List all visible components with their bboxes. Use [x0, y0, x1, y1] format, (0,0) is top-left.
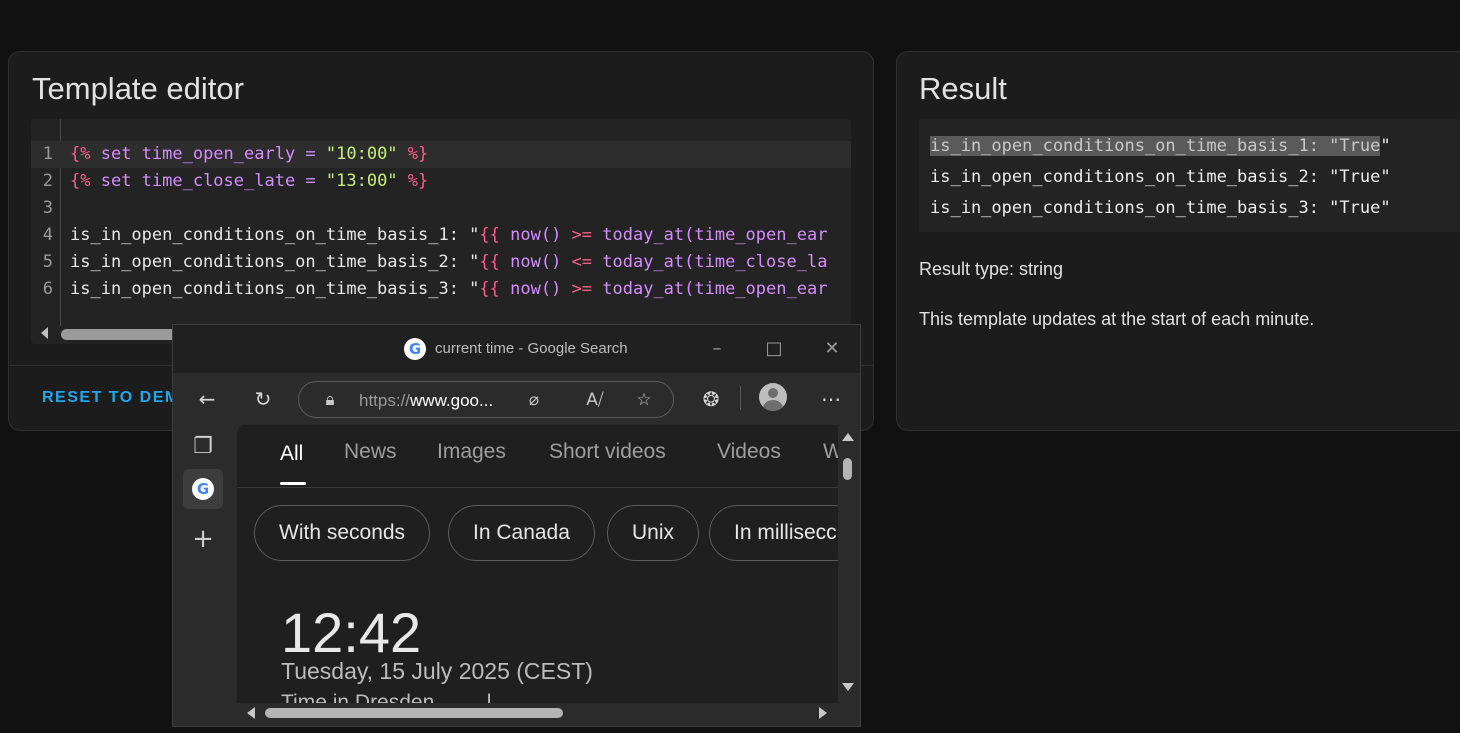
editor-title: Template editor — [32, 71, 244, 106]
code-text: is_in_open_conditions_on_time_basis_2: "… — [70, 252, 828, 272]
result-card: Result is_in_open_conditions_on_time_bas… — [896, 51, 1460, 431]
browser-popup-window[interactable]: G current time - Google Search – □ ✕ ← ↻… — [172, 324, 861, 727]
result-line-1: is_in_open_conditions_on_time_basis_1: "… — [930, 136, 1391, 156]
code-line[interactable]: 6 is_in_open_conditions_on_time_basis_3: … — [31, 276, 851, 303]
tab-videos[interactable]: Videos — [717, 440, 781, 464]
reset-to-demo-button[interactable]: RESET TO DEM — [42, 389, 180, 407]
code-text: is_in_open_conditions_on_time_basis_1: "… — [70, 225, 828, 245]
tab-news[interactable]: News — [344, 440, 397, 464]
code-text: {% set time_open_early = "10:00" %} — [70, 144, 429, 164]
code-text: is_in_open_conditions_on_time_basis_3: "… — [70, 279, 828, 299]
code-editor[interactable]: 1 {% set time_open_early = "10:00" %} 2 {% … — [31, 119, 851, 344]
chip-with-seconds[interactable]: With seconds — [254, 505, 431, 561]
code-line[interactable]: 4 is_in_open_conditions_on_time_basis_1: … — [31, 222, 851, 249]
lock-icon[interactable]: 🔒︎ — [317, 386, 343, 414]
tab-all[interactable]: All — [280, 442, 303, 466]
line-number: 5 — [42, 252, 53, 272]
browser-sidebar: ❐ G + — [173, 425, 236, 726]
new-tab-plus-icon[interactable]: + — [183, 519, 223, 559]
tab-images[interactable]: Images — [437, 440, 506, 464]
active-tab-underline — [280, 482, 306, 485]
update-note: This template updates at the start of ea… — [919, 309, 1315, 329]
scroll-left-arrow-icon[interactable] — [41, 327, 48, 339]
line-number: 6 — [42, 279, 53, 299]
code-line[interactable]: 1 {% set time_open_early = "10:00" %} — [31, 141, 851, 168]
code-text: {% set time_close_late = "13:00" %} — [70, 171, 429, 191]
vertical-scrollbar-thumb[interactable] — [843, 458, 852, 480]
search-results-content: All News Images Short videos Videos W Wi… — [237, 425, 838, 703]
chip-in-canada[interactable]: In Canada — [448, 505, 595, 561]
maximize-icon[interactable]: □ — [759, 335, 789, 363]
favorite-star-icon[interactable]: ☆ — [631, 386, 657, 414]
google-tab-icon[interactable]: G — [183, 469, 223, 509]
result-type: Result type: string — [919, 259, 1064, 279]
current-date: Tuesday, 15 July 2025 (CEST) — [281, 658, 593, 684]
tab-short-videos[interactable]: Short videos — [549, 440, 666, 464]
result-line-2: is_in_open_conditions_on_time_basis_2: "… — [930, 167, 1391, 187]
tab-more[interactable]: W — [823, 440, 838, 464]
line-number: 3 — [42, 198, 53, 218]
minimize-icon[interactable]: – — [702, 335, 732, 363]
time-location-text: Time in Dresden, ... ...l... — [281, 691, 509, 703]
line-number: 2 — [42, 171, 53, 191]
search-tabs: All News Images Short videos Videos W — [237, 425, 838, 488]
result-title: Result — [919, 71, 1007, 106]
line-number: 4 — [42, 225, 53, 245]
code-line[interactable]: 3 — [31, 195, 851, 222]
result-line-3: is_in_open_conditions_on_time_basis_3: "… — [930, 198, 1391, 218]
close-icon[interactable]: ✕ — [817, 335, 847, 363]
code-line[interactable]: 5 is_in_open_conditions_on_time_basis_2: … — [31, 249, 851, 276]
tab-actions-icon[interactable]: ❐ — [183, 427, 223, 467]
code-line[interactable]: 2 {% set time_close_late = "13:00" %} — [31, 168, 851, 195]
address-url[interactable]: https://www.goo... — [359, 391, 493, 411]
selected-text: is_in_open_conditions_on_time_basis_1: "… — [930, 136, 1381, 156]
toolbar-separator — [740, 386, 741, 410]
profile-avatar-icon[interactable] — [759, 383, 787, 411]
read-aloud-icon[interactable]: A⧸ — [582, 386, 608, 414]
back-arrow-icon[interactable]: ← — [192, 385, 222, 413]
window-title: current time - Google Search — [435, 340, 628, 357]
current-time: 12:42 — [281, 601, 422, 664]
scroll-down-arrow-icon[interactable] — [842, 683, 854, 691]
chip-unix[interactable]: Unix — [607, 505, 700, 561]
google-icon: G — [404, 338, 426, 360]
page-scroll-left-arrow-icon[interactable] — [247, 707, 255, 719]
page-scroll-right-arrow-icon[interactable] — [819, 707, 827, 719]
tracking-prevention-icon[interactable]: ⌀ — [521, 386, 547, 414]
browser-toolbar: ← ↻ 🔒︎ https://www.goo... ⌀ A⧸ ☆ ❂ ⋯ — [173, 373, 860, 425]
extensions-icon[interactable]: ❂ — [696, 385, 726, 413]
address-bar[interactable]: 🔒︎ https://www.goo... ⌀ A⧸ ☆ — [298, 381, 674, 418]
refresh-icon[interactable]: ↻ — [248, 385, 278, 413]
scroll-up-arrow-icon[interactable] — [842, 433, 854, 441]
more-options-icon[interactable]: ⋯ — [816, 385, 846, 413]
horizontal-scrollbar-thumb[interactable] — [265, 708, 563, 718]
result-output: is_in_open_conditions_on_time_basis_1: "… — [919, 119, 1460, 232]
line-number: 1 — [42, 144, 53, 164]
window-titlebar[interactable]: G current time - Google Search – □ ✕ — [173, 325, 860, 373]
chip-in-milliseconds[interactable]: In millisecc — [709, 505, 838, 561]
